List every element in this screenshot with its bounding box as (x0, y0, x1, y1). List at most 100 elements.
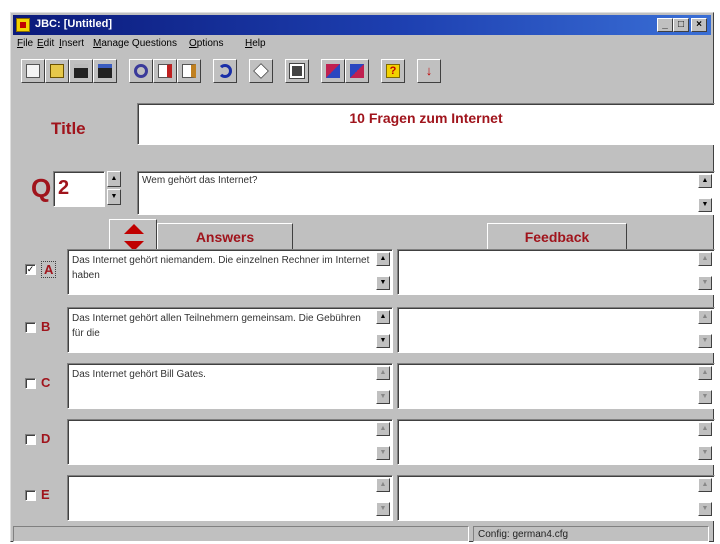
minimize-button[interactable]: _ (657, 18, 673, 32)
answer-input-a[interactable]: Das Internet gehört niemandem. Die einze… (67, 249, 393, 295)
new-button[interactable] (21, 59, 45, 83)
title-label: Title (51, 119, 86, 138)
feedback-e-scroll-down-button[interactable]: ▼ (698, 502, 712, 516)
question-number-up-button[interactable]: ▲ (107, 171, 121, 187)
menu-bar: File Edit Insert Manage Questions Option… (13, 37, 711, 53)
correct-checkbox-d[interactable] (25, 434, 36, 445)
answer-input-b[interactable]: Das Internet gehört allen Teilnehmern ge… (67, 307, 393, 353)
feedback-c-scroll-up-button[interactable]: ▲ (698, 366, 712, 380)
answer-a-scroll-up-button[interactable]: ▲ (376, 252, 390, 266)
help-icon: ? (386, 64, 400, 78)
answer-b-scroll-up-button[interactable]: ▲ (376, 310, 390, 324)
app-icon[interactable] (16, 18, 30, 32)
save-button[interactable] (69, 59, 93, 83)
menu-manage-questions[interactable]: Manage Questions (93, 38, 177, 49)
answer-letter-b: B (41, 319, 51, 334)
help-button[interactable]: ? (381, 59, 405, 83)
question-scrollbar[interactable]: ▲ ▼ (698, 174, 712, 214)
swap-right-button[interactable] (345, 59, 369, 83)
menu-edit[interactable]: Edit (37, 38, 54, 49)
question-scroll-down-button[interactable]: ▼ (698, 198, 712, 212)
maximize-button[interactable]: □ (673, 18, 689, 32)
answer-d-scroll-down-button[interactable]: ▼ (376, 446, 390, 460)
feedback-scrollbar-d[interactable]: ▲ ▼ (698, 422, 712, 462)
feedback-scrollbar-c[interactable]: ▲ ▼ (698, 366, 712, 406)
feedback-c-scroll-down-button[interactable]: ▼ (698, 390, 712, 404)
preview-icon (289, 63, 305, 79)
undo-button[interactable] (213, 59, 237, 83)
feedback-b-scroll-down-button[interactable]: ▼ (698, 334, 712, 348)
answer-scrollbar-b[interactable]: ▲ ▼ (376, 310, 390, 350)
clear-button[interactable] (249, 59, 273, 83)
export-icon (158, 64, 172, 78)
window-title: JBC: [Untitled] (35, 18, 112, 30)
menu-help[interactable]: Help (245, 38, 266, 49)
menu-file[interactable]: File (17, 38, 33, 49)
feedback-input-e[interactable]: ▲ ▼ (397, 475, 715, 521)
close-button[interactable]: × (691, 18, 707, 32)
correct-checkbox-a[interactable]: ✓ (25, 264, 36, 275)
import-icon (182, 64, 196, 78)
feedback-input-d[interactable]: ▲ ▼ (397, 419, 715, 465)
feedback-scrollbar-a[interactable]: ▲ ▼ (698, 252, 712, 292)
import-button[interactable] (177, 59, 201, 83)
feedback-input-c[interactable]: ▲ ▼ (397, 363, 715, 409)
feedback-d-scroll-up-button[interactable]: ▲ (698, 422, 712, 436)
answer-e-scroll-up-button[interactable]: ▲ (376, 478, 390, 492)
answer-e-scroll-down-button[interactable]: ▼ (376, 502, 390, 516)
answer-letter-a: A (41, 261, 57, 278)
question-scroll-up-button[interactable]: ▲ (698, 174, 712, 188)
move-up-arrow-icon (124, 224, 144, 234)
find-icon (134, 64, 148, 78)
answer-letter-c: C (41, 375, 51, 390)
feedback-b-scroll-up-button[interactable]: ▲ (698, 310, 712, 324)
feedback-scrollbar-b[interactable]: ▲ ▼ (698, 310, 712, 350)
save-all-button[interactable] (93, 59, 117, 83)
open-button[interactable] (45, 59, 69, 83)
answer-b-scroll-down-button[interactable]: ▼ (376, 334, 390, 348)
feedback-header: Feedback (487, 223, 627, 251)
feedback-scrollbar-e[interactable]: ▲ ▼ (698, 478, 712, 518)
down-arrow-icon: ↓ (425, 63, 433, 78)
question-text-input[interactable]: Wem gehört das Internet? ▲ ▼ (137, 171, 715, 215)
question-label: Q (31, 173, 52, 203)
app-window: JBC: [Untitled] _ □ × File Edit Insert M… (10, 12, 715, 542)
find-button[interactable] (129, 59, 153, 83)
feedback-d-scroll-down-button[interactable]: ▼ (698, 446, 712, 460)
menu-edit-label: dit (43, 38, 55, 49)
answer-scrollbar-a[interactable]: ▲ ▼ (376, 252, 390, 292)
title-bar[interactable]: JBC: [Untitled] _ □ × (13, 15, 711, 35)
feedback-input-a[interactable]: ▲ ▼ (397, 249, 715, 295)
menu-options[interactable]: Options (189, 38, 223, 49)
answer-d-scroll-up-button[interactable]: ▲ (376, 422, 390, 436)
answer-scrollbar-c[interactable]: ▲ ▼ (376, 366, 390, 406)
answer-c-scroll-up-button[interactable]: ▲ (376, 366, 390, 380)
save-all-icon (98, 64, 112, 78)
export-button[interactable] (153, 59, 177, 83)
answer-input-c[interactable]: Das Internet gehört Bill Gates. ▲ ▼ (67, 363, 393, 409)
feedback-a-scroll-down-button[interactable]: ▼ (698, 276, 712, 290)
feedback-a-scroll-up-button[interactable]: ▲ (698, 252, 712, 266)
swap-left-button[interactable] (321, 59, 345, 83)
answer-a-scroll-down-button[interactable]: ▼ (376, 276, 390, 290)
menu-manage-questions-label: anage Questions (101, 38, 177, 49)
answer-scrollbar-e[interactable]: ▲ ▼ (376, 478, 390, 518)
correct-checkbox-e[interactable] (25, 490, 36, 501)
swap-right-icon (350, 64, 364, 78)
preview-button[interactable] (285, 59, 309, 83)
answer-c-scroll-down-button[interactable]: ▼ (376, 390, 390, 404)
correct-checkbox-c[interactable] (25, 378, 36, 389)
question-number-down-button[interactable]: ▼ (107, 189, 121, 205)
feedback-e-scroll-up-button[interactable]: ▲ (698, 478, 712, 492)
answer-input-e[interactable]: ▲ ▼ (67, 475, 393, 521)
feedback-input-b[interactable]: ▲ ▼ (397, 307, 715, 353)
question-number-field[interactable]: 2 (53, 171, 105, 207)
move-down-button[interactable]: ↓ (417, 59, 441, 83)
title-input[interactable]: 10 Fragen zum Internet (137, 103, 715, 145)
menu-insert[interactable]: Insert (59, 38, 84, 49)
answer-scrollbar-d[interactable]: ▲ ▼ (376, 422, 390, 462)
answer-input-d[interactable]: ▲ ▼ (67, 419, 393, 465)
correct-checkbox-b[interactable] (25, 322, 36, 333)
save-icon (74, 64, 88, 78)
status-main-pane (13, 526, 469, 542)
